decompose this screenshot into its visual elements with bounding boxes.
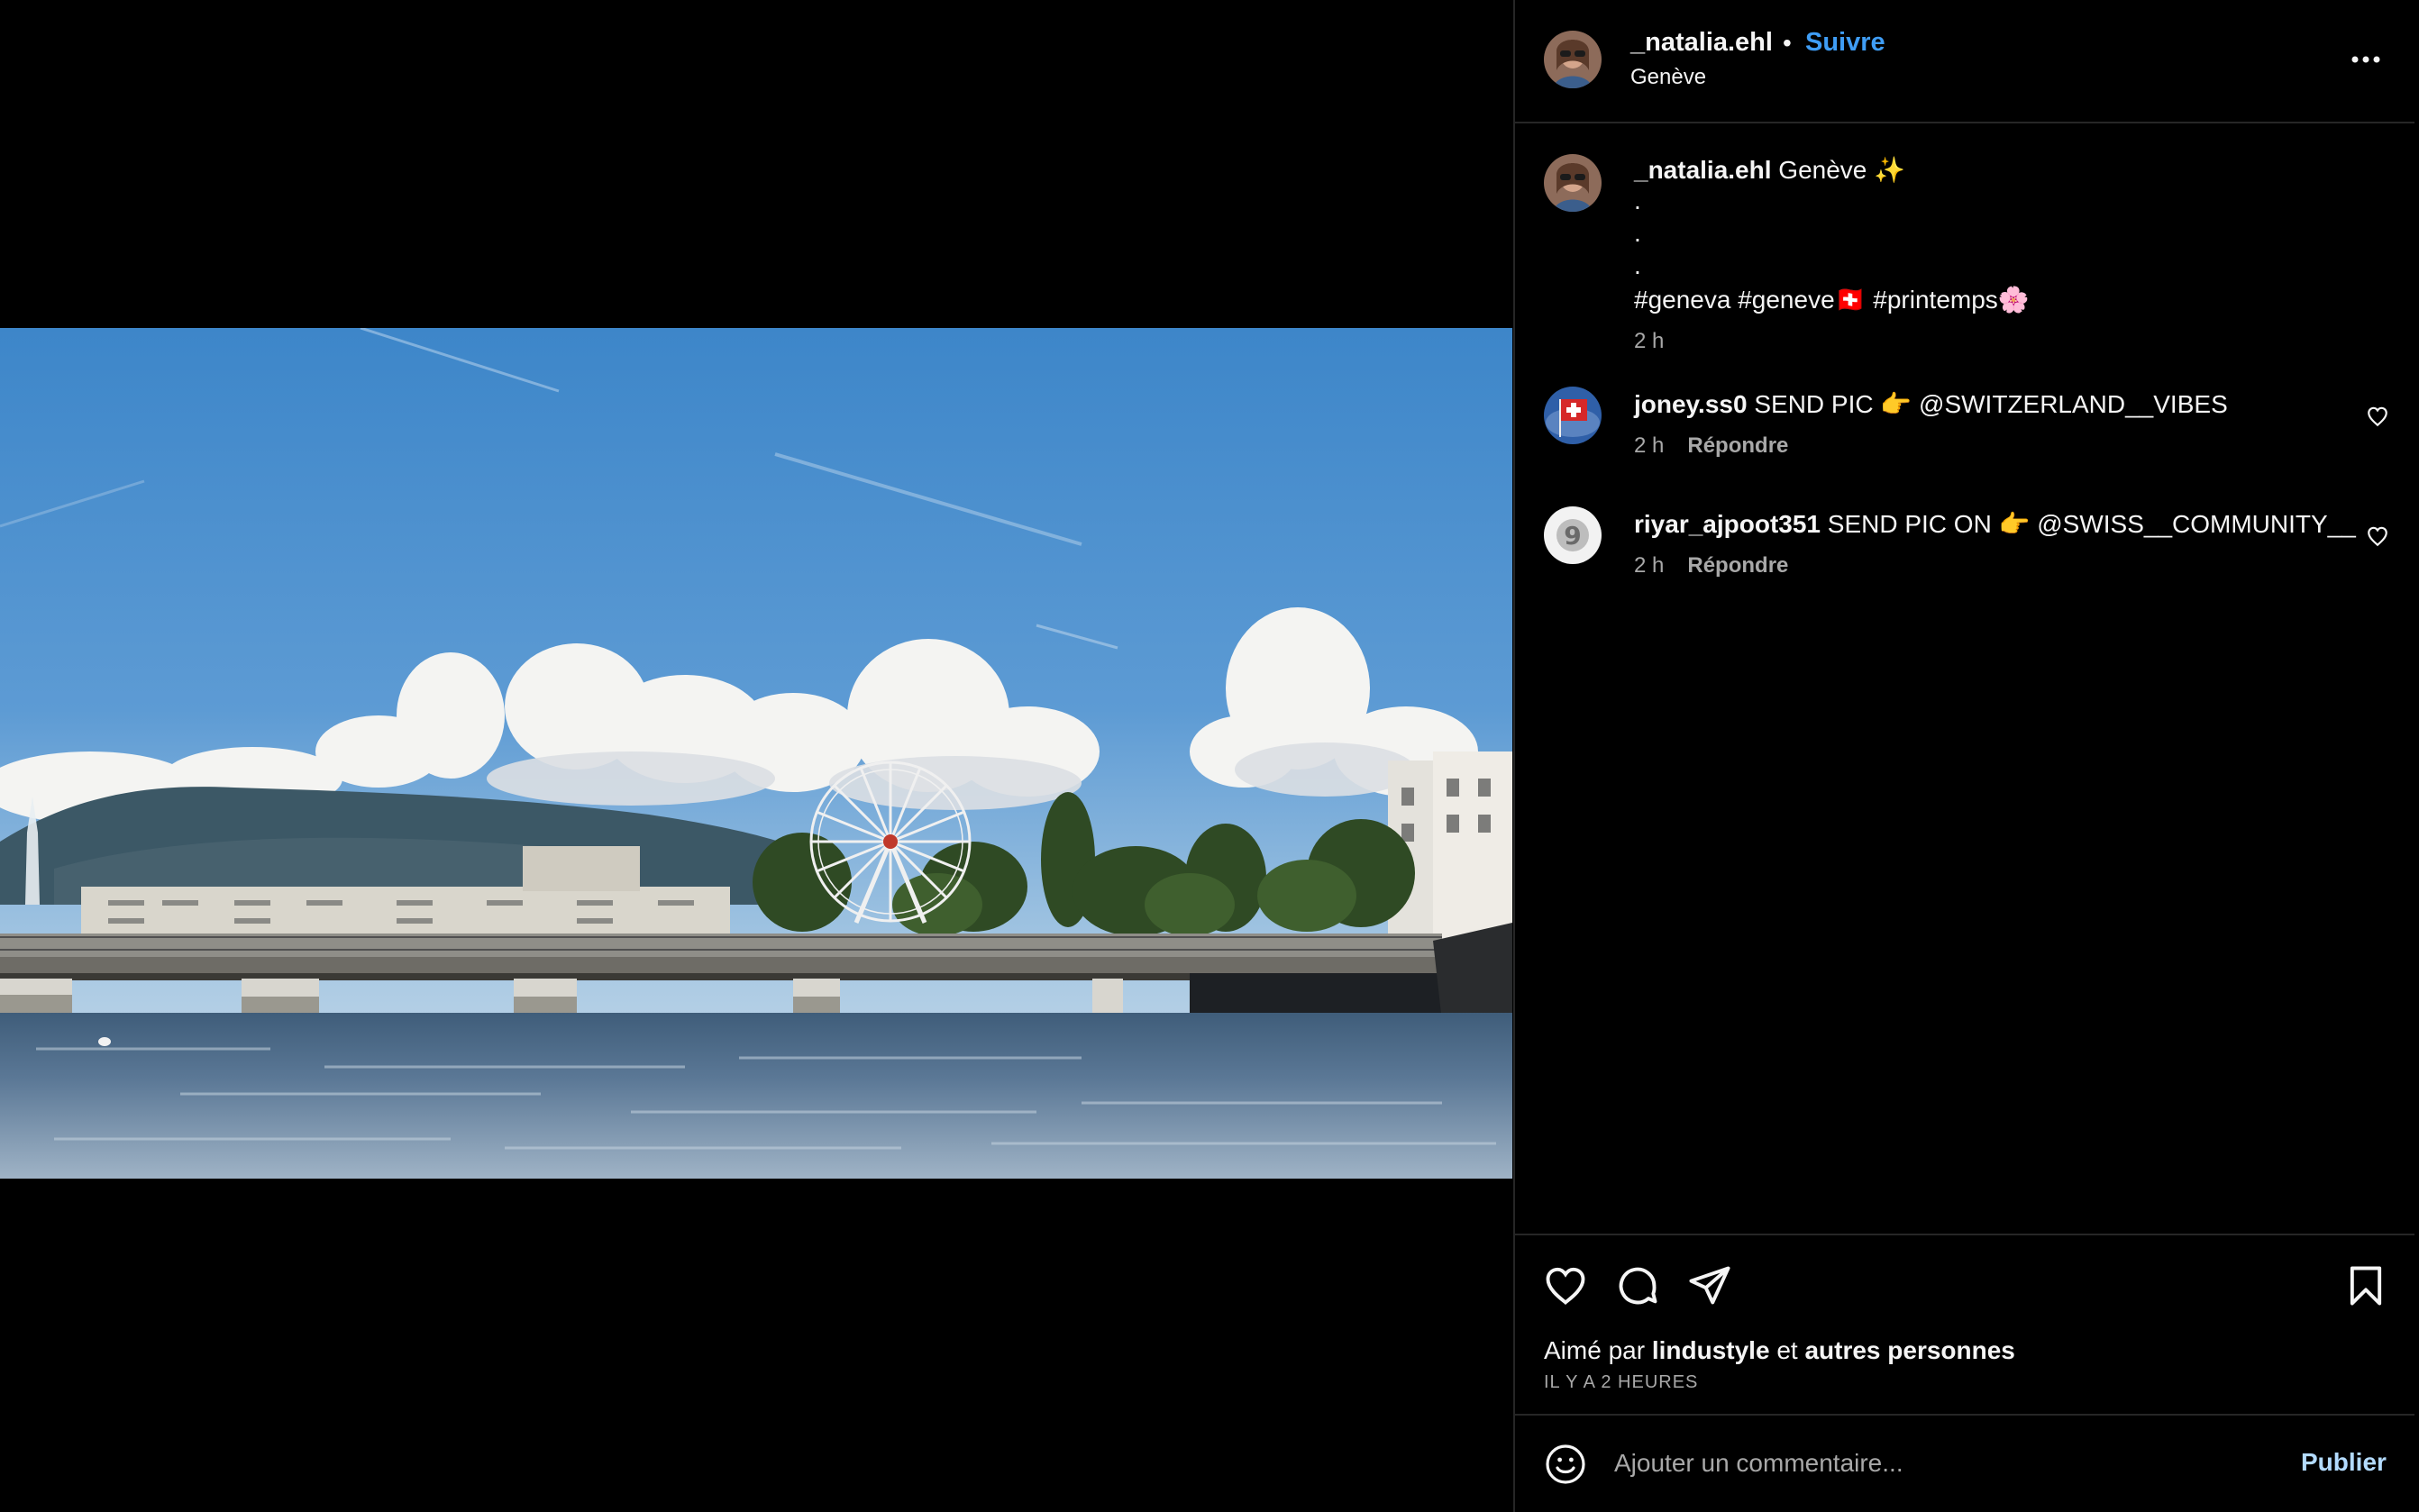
post-photo[interactable] (0, 328, 1512, 1179)
comment-like-heart-icon[interactable] (2366, 524, 2389, 548)
comment-text: SEND PIC 👉 @SWITZERLAND__VIBES (1754, 390, 2228, 418)
caption-dot-1: . (1634, 187, 1641, 214)
more-options-icon[interactable] (2344, 43, 2387, 76)
liked-by-summary: Aimé par lindustyle et autres personnes (1544, 1336, 2015, 1365)
caption-author-avatar[interactable] (1544, 154, 1602, 212)
liked-by-conj: et (1776, 1336, 1798, 1364)
caption-title: Genève ✨ (1778, 156, 1906, 184)
comment-meta: 2 h Répondre (1634, 553, 1788, 578)
comment-item: joney.ss0 SEND PIC 👉 @SWITZERLAND__VIBES… (1515, 387, 2414, 504)
save-bookmark-icon[interactable] (2342, 1262, 2389, 1309)
post-location[interactable]: Genève (1630, 65, 1706, 90)
commenter-username[interactable]: joney.ss0 (1634, 390, 1748, 418)
caption-time: 2 h (1634, 329, 1665, 353)
caption-hashtags[interactable]: #geneva #geneve🇨🇭 #printemps🌸 (1634, 285, 2030, 314)
svg-text:9: 9 (1564, 521, 1581, 551)
liked-by-others[interactable]: autres personnes (1804, 1336, 2014, 1364)
caption-dot-2: . (1634, 219, 1641, 247)
post-header: _natalia.ehl • Suivre Genève (1515, 0, 2414, 123)
comment-line: riyar_ajpoot351 SEND PIC ON 👉 @SWISS__CO… (1634, 509, 2356, 539)
emoji-icon[interactable] (1544, 1443, 1587, 1486)
commenter-avatar[interactable]: 9 (1544, 506, 1602, 564)
post-media-area (0, 0, 1512, 1512)
comment-text: SEND PIC ON 👉 @SWISS__COMMUNITY__ (1827, 510, 2356, 538)
comment-like-heart-icon[interactable] (2366, 405, 2389, 428)
comment-time: 2 h (1634, 553, 1665, 578)
comment-item: 9 riyar_ajpoot351 SEND PIC ON 👉 @SWISS__… (1515, 506, 2414, 624)
reply-button[interactable]: Répondre (1687, 433, 1788, 458)
like-heart-icon[interactable] (1542, 1262, 1589, 1309)
comment-line: joney.ss0 SEND PIC 👉 @SWITZERLAND__VIBES (1634, 389, 2228, 419)
commenter-avatar[interactable] (1544, 387, 1602, 444)
post-actions: Aimé par lindustyle et autres personnes … (1515, 1234, 2414, 1414)
post-side-panel: _natalia.ehl • Suivre Genève _natalia.eh… (1513, 0, 2414, 1512)
follow-button[interactable]: Suivre (1805, 28, 1885, 58)
comment-meta: 2 h Répondre (1634, 433, 1788, 459)
caption-dot-3: . (1634, 251, 1641, 279)
liked-by-prefix: Aimé par (1544, 1336, 1646, 1364)
commenter-username[interactable]: riyar_ajpoot351 (1634, 510, 1821, 538)
caption-block: _natalia.ehl Genève ✨ . . . #geneva #gen… (1515, 125, 2414, 369)
caption-username[interactable]: _natalia.ehl (1634, 156, 1772, 184)
publish-button[interactable]: Publier (2301, 1448, 2387, 1477)
separator-dot: • (1783, 29, 1792, 57)
post-timestamp[interactable]: IL Y A 2 HEURES (1544, 1372, 1698, 1393)
liked-by-user[interactable]: lindustyle (1652, 1336, 1770, 1364)
comment-composer: Publier (1515, 1414, 2414, 1512)
caption-first-line: _natalia.ehl Genève ✨ (1634, 155, 1905, 185)
comment-input[interactable] (1614, 1435, 2245, 1491)
share-send-icon[interactable] (1686, 1262, 1733, 1309)
author-avatar[interactable] (1544, 31, 1602, 88)
author-username[interactable]: _natalia.ehl (1630, 28, 1773, 58)
comments-list: _natalia.ehl Genève ✨ . . . #geneva #gen… (1515, 125, 2414, 1234)
comment-time: 2 h (1634, 433, 1665, 458)
comment-bubble-icon[interactable] (1614, 1262, 1661, 1309)
reply-button[interactable]: Répondre (1687, 553, 1788, 578)
